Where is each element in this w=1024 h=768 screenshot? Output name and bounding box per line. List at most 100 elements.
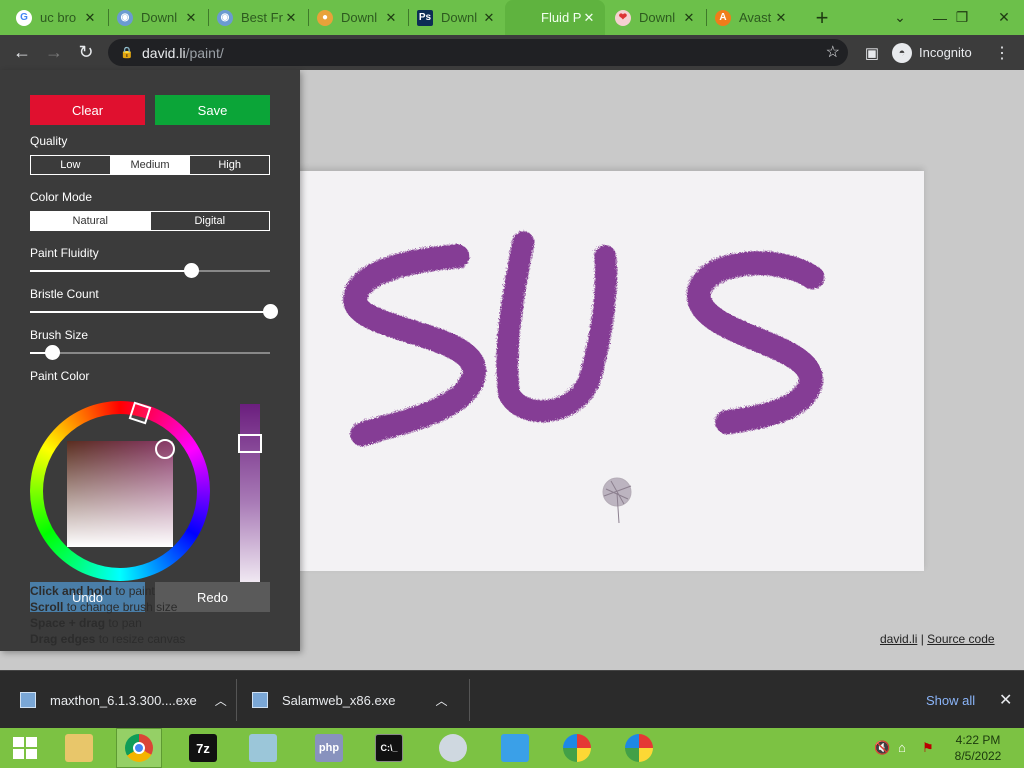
tab-title: Avast [739,10,772,25]
slider-handle[interactable] [183,263,199,278]
address-bar[interactable]: 🔒 david.li /paint/ ☆ [108,39,848,66]
menu-icon[interactable]: ⋮ [986,35,1018,70]
tab-4[interactable]: ● Downl ✕ [309,0,407,35]
7zip-icon: 7z [189,734,217,762]
tip-drag-edges: Drag edges to resize canvas [30,632,186,646]
page-content: david.li | Source code Clear Save Qualit… [0,70,1024,670]
globe-icon: ◉ [217,9,233,26]
slider-handle[interactable] [263,304,278,319]
photos2-taskbar[interactable] [616,728,662,768]
brush-size-label: Brush Size [30,328,89,342]
show-all-button[interactable]: Show all [926,671,975,729]
reload-icon[interactable]: ↻ [70,35,102,70]
forward-icon[interactable]: → [38,35,70,70]
paint-icon: ❤ [615,9,631,26]
side-panel-icon[interactable]: ▣ [856,35,888,70]
close-icon[interactable]: ✕ [383,10,399,26]
system-clock[interactable]: 4:22 PM 8/5/2022 [948,732,1008,764]
brush-cursor [602,477,632,524]
bristle-count-slider[interactable] [30,304,278,319]
new-tab-button[interactable]: + [802,0,842,35]
notepad-taskbar[interactable] [240,728,286,768]
disc-icon [439,734,467,762]
close-icon[interactable]: ✕ [183,10,199,26]
brush-size-slider[interactable] [30,345,270,360]
download-item[interactable]: Salamweb_x86.exe ︿ [252,671,447,729]
color-mode-label: Color Mode [30,190,93,204]
app-icon [501,734,529,762]
paint-fluidity-slider[interactable] [30,263,270,278]
close-shelf-icon[interactable]: ✕ [999,671,1012,729]
controls-panel: Clear Save Quality Low Medium High Color… [0,70,300,651]
incognito-badge[interactable]: ◓ Incognito [892,40,972,65]
credits: david.li | Source code [880,632,995,646]
tab-3[interactable]: ◉ Best Fr ✕ [209,0,307,35]
pinwheel-icon [563,734,591,762]
pinwheel-icon [625,734,653,762]
close-icon[interactable]: ✕ [481,10,497,26]
tab-2[interactable]: ◉ Downl ✕ [109,0,207,35]
php-icon: php [315,734,343,762]
quality-high[interactable]: High [189,156,269,174]
close-icon[interactable]: ✕ [773,10,789,26]
slider-handle[interactable] [44,345,60,360]
media-taskbar[interactable] [430,728,476,768]
url-host: david.li [142,44,186,61]
tab-7[interactable]: ❤ Downl ✕ [607,0,705,35]
alert-icon[interactable]: ⚑ [922,740,934,756]
saturation-handle[interactable] [155,439,175,459]
close-icon[interactable]: ✕ [283,10,299,26]
chevron-up-icon[interactable]: ︿ [435,692,447,709]
tip-click-hold: Click and hold to paint [30,584,155,598]
source-code-link[interactable]: Source code [927,632,994,646]
chrome-taskbar[interactable] [116,728,162,768]
color-mode-digital[interactable]: Digital [149,212,270,230]
color-mode-natural[interactable]: Natural [31,212,150,230]
downloads-shelf: maxthon_6.1.3.300....exe ︿ Salamweb_x86.… [0,670,1024,728]
tab-1[interactable]: G uc bro ✕ [8,0,106,35]
network-icon[interactable]: ⌂ [898,740,906,755]
clear-button[interactable]: Clear [30,95,145,125]
quality-low[interactable]: Low [31,156,110,174]
clock-time: 4:22 PM [955,733,1001,747]
alpha-handle[interactable] [238,434,262,453]
toolbar: ← → ↻ 🔒 david.li /paint/ ☆ ▣ ◓ Incognito… [0,35,1024,70]
cmd-taskbar[interactable]: C:\_ [366,728,412,768]
app-taskbar[interactable] [492,728,538,768]
close-icon[interactable]: ✕ [581,10,597,26]
tab-strip: G uc bro ✕ ◉ Downl ✕ ◉ Best Fr ✕ ● Downl… [0,0,1024,35]
7zip-taskbar[interactable]: 7z [180,728,226,768]
quality-medium[interactable]: Medium [109,156,190,174]
star-icon[interactable]: ☆ [826,42,840,62]
tab-6-active[interactable]: Fluid P ✕ [505,0,605,35]
file-icon [20,692,36,708]
paint-canvas[interactable] [286,171,924,571]
tab-8[interactable]: A Avast ✕ [707,0,797,35]
close-window-icon[interactable]: ✕ [984,0,1024,35]
tab-title: Downl [141,10,178,25]
paint-fluidity-label: Paint Fluidity [30,246,99,260]
file-explorer-taskbar[interactable] [56,728,102,768]
author-link[interactable]: david.li [880,632,917,646]
chrome-icon [125,734,153,762]
save-button[interactable]: Save [155,95,270,125]
back-icon[interactable]: ← [6,35,38,70]
download-filename: maxthon_6.1.3.300....exe [50,692,197,708]
saturation-square[interactable] [67,441,173,547]
restore-icon[interactable]: ❐ [942,0,982,35]
tip-space-drag: Space + drag to pan [30,616,142,630]
download-item[interactable]: maxthon_6.1.3.300....exe ︿ [20,671,227,729]
volume-muted-icon[interactable]: 🔇 [874,740,890,756]
tab-5[interactable]: Ps Downl ✕ [409,0,505,35]
close-icon[interactable]: ✕ [681,10,697,26]
close-icon[interactable]: ✕ [82,10,98,26]
lock-icon: 🔒 [120,47,134,59]
painting [342,230,823,524]
tab-title: Downl [639,10,676,25]
photos-taskbar[interactable] [554,728,600,768]
start-button[interactable] [2,728,48,768]
php-taskbar[interactable]: php [306,728,352,768]
alpha-slider[interactable] [240,404,260,582]
chevron-down-icon[interactable]: ⌄ [880,0,920,35]
chevron-up-icon[interactable]: ︿ [215,692,227,709]
